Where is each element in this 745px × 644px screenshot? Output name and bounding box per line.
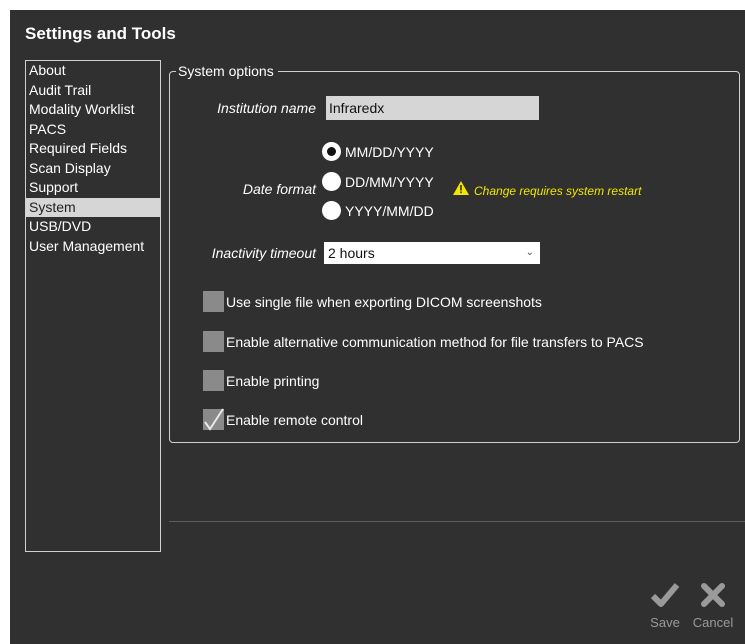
checkbox-row-printing[interactable]: Enable printing [203, 370, 319, 391]
checkmark-icon [650, 583, 680, 607]
sidebar-item-about[interactable]: About [26, 61, 160, 81]
date-format-option-mdy[interactable]: MM/DD/YYYY [322, 142, 434, 161]
cancel-label: Cancel [692, 615, 734, 630]
checkbox-printing[interactable] [203, 370, 224, 391]
settings-window: Settings and Tools About Audit Trail Mod… [10, 10, 745, 644]
inactivity-timeout-value: 2 hours [328, 245, 375, 261]
cancel-button[interactable]: Cancel [691, 582, 735, 630]
save-button[interactable]: Save [643, 582, 687, 630]
date-format-option-ymd[interactable]: YYYY/MM/DD [322, 201, 434, 220]
sidebar-item-system[interactable]: System [26, 197, 160, 217]
checkbox-single-file-label: Use single file when exporting DICOM scr… [226, 293, 542, 310]
radio-button-dmy[interactable] [322, 172, 341, 191]
date-format-mdy-label: MM/DD/YYYY [345, 143, 434, 160]
checkbox-single-file[interactable] [203, 291, 224, 312]
checkbox-row-remote-control[interactable]: Enable remote control [203, 408, 363, 431]
x-icon [701, 583, 725, 607]
warning-triangle-icon [453, 181, 469, 200]
sidebar-item-support[interactable]: Support [26, 178, 160, 198]
radio-button-mdy[interactable] [322, 142, 341, 161]
sidebar-item-audit-trail[interactable]: Audit Trail [26, 81, 160, 101]
checkbox-remote-control[interactable] [203, 408, 224, 431]
checkbox-row-single-file[interactable]: Use single file when exporting DICOM scr… [203, 291, 542, 312]
sidebar-item-modality-worklist[interactable]: Modality Worklist [26, 100, 160, 120]
date-format-dmy-label: DD/MM/YYYY [345, 173, 434, 190]
sidebar-item-scan-display[interactable]: Scan Display [26, 159, 160, 179]
window-title: Settings and Tools [25, 24, 176, 43]
sidebar-item-pacs[interactable]: PACS [26, 120, 160, 140]
sidebar-item-user-management[interactable]: User Management [26, 237, 160, 257]
system-options-title: System options [176, 63, 278, 79]
institution-name-input[interactable]: Infraredx [326, 96, 539, 120]
sidebar-item-usb-dvd[interactable]: USB/DVD [26, 217, 160, 237]
footer-divider [169, 521, 745, 522]
chevron-down-icon: ⌄ [525, 247, 534, 258]
restart-warning: Change requires system restart [453, 181, 641, 200]
checkbox-alt-comm[interactable] [203, 331, 224, 352]
sidebar-item-required-fields[interactable]: Required Fields [26, 139, 160, 159]
checkbox-alt-comm-label: Enable alternative communication method … [226, 333, 644, 350]
date-format-label: Date format [242, 181, 316, 197]
settings-sidebar: About Audit Trail Modality Worklist PACS… [25, 60, 161, 552]
date-format-option-dmy[interactable]: DD/MM/YYYY [322, 172, 434, 191]
inactivity-timeout-label: Inactivity timeout [211, 245, 316, 261]
date-format-ymd-label: YYYY/MM/DD [345, 202, 434, 219]
checkbox-row-alt-comm[interactable]: Enable alternative communication method … [203, 331, 644, 352]
restart-warning-text: Change requires system restart [474, 183, 642, 198]
inactivity-timeout-select[interactable]: 2 hours ⌄ [324, 242, 540, 264]
checkmark-icon [204, 408, 224, 431]
institution-name-label: Institution name [217, 100, 316, 116]
checkbox-printing-label: Enable printing [226, 372, 320, 389]
save-label: Save [650, 615, 680, 630]
radio-button-ymd[interactable] [322, 201, 341, 220]
checkbox-remote-control-label: Enable remote control [226, 411, 363, 428]
